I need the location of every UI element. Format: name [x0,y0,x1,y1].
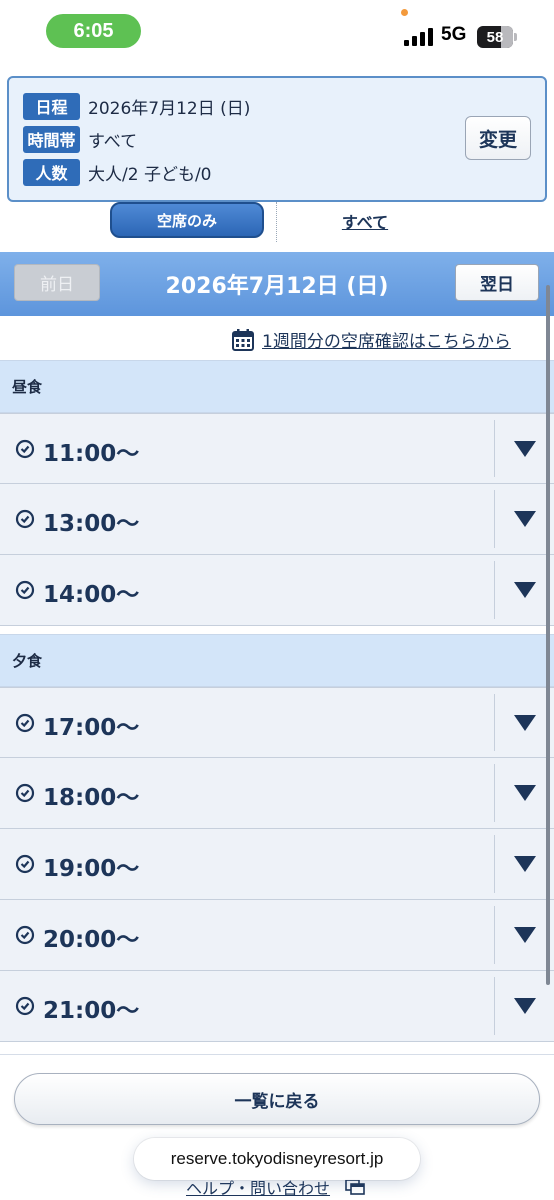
week-availability-row: 1週間分の空席確認はこちらから [0,320,554,360]
slot-time: 11:00〜 [43,441,140,467]
time-slot-row[interactable]: 11:00〜 [0,413,554,484]
next-day-button[interactable]: 翌日 [455,264,539,301]
time-slot-row[interactable]: 17:00〜 [0,687,554,758]
slot-time: 18:00〜 [43,785,140,811]
chevron-down-icon [513,856,536,872]
chevron-down-icon [513,714,536,731]
status-time: 6:05 [46,14,141,48]
time-slot-row[interactable]: 13:00〜 [0,484,554,555]
filter-divider [276,202,277,242]
availability-filter: 空席のみ すべて [0,202,554,242]
time-slot-row[interactable]: 14:00〜 [0,555,554,626]
slot-time: 14:00〜 [43,582,140,608]
party-condition-value: 大人/2 子ども/0 [88,164,212,185]
slot-time: 13:00〜 [43,511,140,537]
change-conditions-button[interactable]: 変更 [465,116,531,160]
clock-icon [15,925,35,945]
chevron-down-icon [513,998,536,1014]
network-type: 5G [441,24,467,45]
time-condition-value: すべて [88,131,138,152]
slot-time: 20:00〜 [43,927,140,953]
search-conditions-card: 日程 2026年7月12日 (日) 時間帯 すべて 人数 大人/2 子ども/0 … [7,76,547,202]
battery-icon: 58 [477,26,513,48]
slot-time: 21:00〜 [43,998,140,1024]
time-slot-list: 昼食 11:00〜 13:00〜 14:00〜 夕食 17:00〜 18:00〜… [0,360,554,1042]
time-condition-label: 時間帯 [23,125,80,153]
chevron-down-icon [513,927,536,943]
clock-icon [15,439,35,459]
date-navigation-bar: 前日 2026年7月12日 (日) 翌日 [0,252,554,316]
clock-icon [15,783,35,803]
section-header-lunch: 昼食 [0,360,554,413]
privacy-indicator-dot [401,9,408,16]
week-availability-link[interactable]: 1週間分の空席確認はこちらから [262,327,511,352]
battery-level: 58 [486,28,504,46]
calendar-icon [232,329,254,351]
date-condition-value: 2026年7月12日 (日) [88,98,251,119]
external-window-icon [345,1179,365,1195]
scrollbar-thumb[interactable] [546,285,550,985]
clock-icon [15,509,35,529]
browser-url-bar[interactable]: reserve.tokyodisneyresort.jp [134,1138,420,1180]
section-header-dinner: 夕食 [0,634,554,687]
cellular-signal-icon [404,28,434,46]
filter-all-link[interactable]: すべて [318,208,412,234]
previous-day-button[interactable]: 前日 [14,264,100,301]
party-condition-row: 人数 大人/2 子ども/0 [23,158,212,186]
chevron-down-icon [513,440,536,457]
back-to-list-button[interactable]: 一覧に戻る [14,1073,540,1125]
date-condition-row: 日程 2026年7月12日 (日) [23,92,250,120]
time-slot-row[interactable]: 19:00〜 [0,829,554,900]
time-slot-row[interactable]: 18:00〜 [0,758,554,829]
clock-icon [15,996,35,1016]
battery-tip [514,33,517,41]
time-slot-row[interactable]: 20:00〜 [0,900,554,971]
date-condition-label: 日程 [23,92,80,120]
party-condition-label: 人数 [23,158,80,186]
time-condition-row: 時間帯 すべて [23,125,137,153]
current-date-title: 2026年7月12日 (日) [165,274,389,299]
slot-time: 19:00〜 [43,856,140,882]
clock-icon [15,580,35,600]
clock-icon [15,854,35,874]
filter-available-only-button[interactable]: 空席のみ [110,202,264,238]
clock-icon [15,713,35,733]
chevron-down-icon [513,511,536,527]
slot-time: 17:00〜 [43,715,140,741]
time-slot-row[interactable]: 21:00〜 [0,971,554,1042]
chevron-down-icon [513,582,536,598]
status-bar: 6:05 5G 58 [0,0,554,66]
chevron-down-icon [513,785,536,801]
